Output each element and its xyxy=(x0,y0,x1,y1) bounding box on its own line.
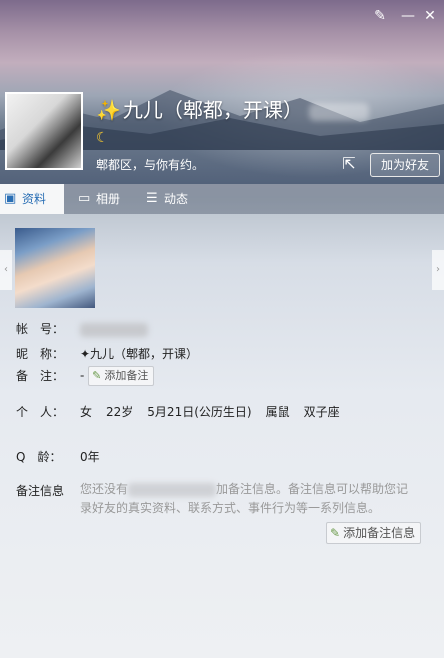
previous-arrow[interactable]: ‹ xyxy=(0,250,12,290)
add-friend-button[interactable]: 加为好友 xyxy=(370,153,440,177)
add-note-info-label: 添加备注信息 xyxy=(343,526,416,540)
qage-value: 0年 xyxy=(80,450,100,464)
close-icon[interactable]: ✕ xyxy=(420,6,440,26)
tab-album-label: 相册 xyxy=(96,192,121,206)
constellation-value: 双子座 xyxy=(303,405,340,419)
note-info-redacted xyxy=(128,482,217,497)
profile-tagline: 郫都区，与你有约。 xyxy=(96,158,205,172)
zodiac-value: 属鼠 xyxy=(265,405,290,419)
share-icon[interactable]: ⇱ xyxy=(338,153,360,175)
skin-icon[interactable]: ✎ xyxy=(370,6,390,26)
moon-icon: ☾ xyxy=(96,130,109,146)
redacted-name-suffix xyxy=(308,102,369,121)
add-remark-label: 添加备注 xyxy=(104,369,149,382)
personal-info-row: 个 人： 女 22岁 5月21日(公历生日) 属鼠 双子座 xyxy=(16,403,340,420)
tab-profile-label: 资料 xyxy=(22,192,47,206)
add-remark-button[interactable]: ✎ 添加备注 xyxy=(88,366,155,386)
avatar[interactable] xyxy=(5,92,83,170)
id-card-icon: ▣ xyxy=(4,191,17,206)
age-value: 22岁 xyxy=(106,405,134,419)
account-row: 帐 号： xyxy=(16,320,148,337)
profile-name: ✨ 九儿（郫都，开课） xyxy=(96,94,369,123)
nickname-value: ✦九儿（郫都，开课） xyxy=(80,347,199,361)
personal-label: 个 人： xyxy=(16,405,65,419)
qage-label: Q 龄： xyxy=(16,450,62,464)
tab-album[interactable]: ▭ 相册 xyxy=(74,184,144,214)
tab-profile[interactable]: ▣ 资料 xyxy=(0,184,64,214)
profile-window: ✎ — ✕ ✨ 九儿（郫都，开课） ☾ 郫都区，与你有约。 ⇱ 加为好友 ▣ 资料 … xyxy=(0,0,444,658)
account-value-redacted xyxy=(80,322,148,337)
qage-row: Q 龄： 0年 xyxy=(16,448,100,465)
remark-value: - xyxy=(80,368,85,383)
gender-value: 女 xyxy=(80,405,93,419)
tab-feed[interactable]: ☰ 动态 xyxy=(142,184,212,214)
note-edit-icon: ✎ xyxy=(330,526,341,540)
note-edit-icon: ✎ xyxy=(92,369,102,382)
nickname-label: 昵 称： xyxy=(16,347,65,361)
note-info-text-start: 您还没有 xyxy=(80,482,129,496)
add-note-info-button[interactable]: ✎ 添加备注信息 xyxy=(326,522,422,544)
sparkle-icon: ✨ xyxy=(96,98,121,122)
list-icon: ☰ xyxy=(146,191,158,206)
minimize-icon[interactable]: — xyxy=(398,6,418,26)
nickname-row: 昵 称： ✦九儿（郫都，开课） xyxy=(16,345,198,362)
note-info-text: 您还没有 加备注信息。备注信息可以帮助您记录好友的真实资料、联系方式、事件行为等一… xyxy=(80,480,420,518)
next-arrow[interactable]: › xyxy=(432,250,444,290)
photo-album-icon: ▭ xyxy=(78,191,91,206)
remark-row: 备 注： - ✎ 添加备注 xyxy=(16,366,155,386)
account-label: 帐 号： xyxy=(16,322,65,336)
birthday-value: 5月21日(公历生日) xyxy=(147,405,252,419)
remark-label: 备 注： xyxy=(16,368,65,383)
profile-photo[interactable] xyxy=(15,228,95,308)
note-info-title: 备注信息 xyxy=(16,484,65,498)
tab-bar: ▣ 资料 ▭ 相册 ☰ 动态 xyxy=(0,184,444,214)
profile-name-text: 九儿（郫都，开课） xyxy=(122,98,303,122)
tab-feed-label: 动态 xyxy=(164,192,189,206)
